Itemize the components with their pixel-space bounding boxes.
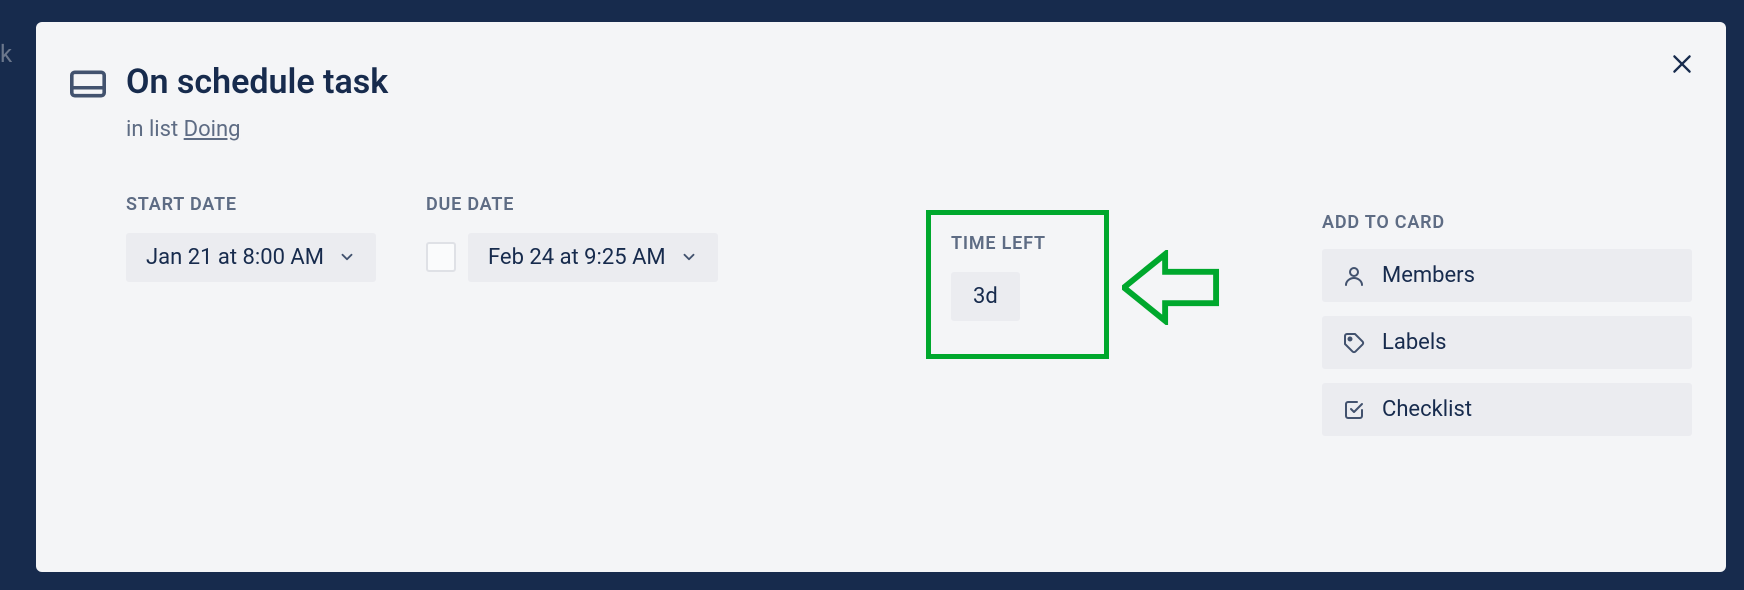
labels-button[interactable]: Labels [1322, 316, 1692, 369]
background-text-fragment: k [0, 40, 12, 68]
due-date-value: Feb 24 at 9:25 AM [488, 245, 666, 270]
add-to-card-heading: ADD TO CARD [1322, 212, 1692, 233]
due-date-label: DUE DATE [426, 194, 718, 215]
person-icon [1342, 264, 1366, 288]
start-date-value: Jan 21 at 8:00 AM [146, 245, 324, 270]
close-icon [1669, 51, 1695, 77]
start-date-label: START DATE [126, 194, 376, 215]
checklist-label: Checklist [1382, 397, 1472, 422]
arrow-left-icon [1122, 250, 1220, 325]
start-date-section: START DATE Jan 21 at 8:00 AM [126, 194, 376, 282]
card-subtitle: in list Doing [126, 117, 388, 142]
add-to-card-sidebar: ADD TO CARD Members Labels Checklist [1322, 212, 1692, 450]
start-date-button[interactable]: Jan 21 at 8:00 AM [126, 233, 376, 282]
chevron-down-icon [338, 248, 356, 266]
checklist-button[interactable]: Checklist [1322, 383, 1692, 436]
card-title[interactable]: On schedule task [126, 62, 388, 103]
card-title-block: On schedule task in list Doing [126, 62, 388, 142]
members-button[interactable]: Members [1322, 249, 1692, 302]
list-link[interactable]: Doing [184, 117, 241, 142]
time-left-highlight-box: TIME LEFT 3d [926, 210, 1109, 359]
time-left-value: 3d [951, 272, 1020, 321]
labels-label: Labels [1382, 330, 1447, 355]
card-modal: On schedule task in list Doing START DAT… [36, 22, 1726, 572]
time-left-label: TIME LEFT [951, 233, 1084, 254]
due-date-button[interactable]: Feb 24 at 9:25 AM [468, 233, 718, 282]
label-icon [1342, 331, 1366, 355]
subtitle-prefix: in list [126, 117, 184, 142]
card-icon [70, 70, 106, 98]
close-button[interactable] [1662, 44, 1702, 84]
card-header: On schedule task in list Doing [70, 62, 1692, 142]
chevron-down-icon [680, 248, 698, 266]
checklist-icon [1342, 398, 1366, 422]
due-date-section: DUE DATE Feb 24 at 9:25 AM [426, 194, 718, 282]
members-label: Members [1382, 263, 1475, 288]
due-date-checkbox[interactable] [426, 242, 456, 272]
